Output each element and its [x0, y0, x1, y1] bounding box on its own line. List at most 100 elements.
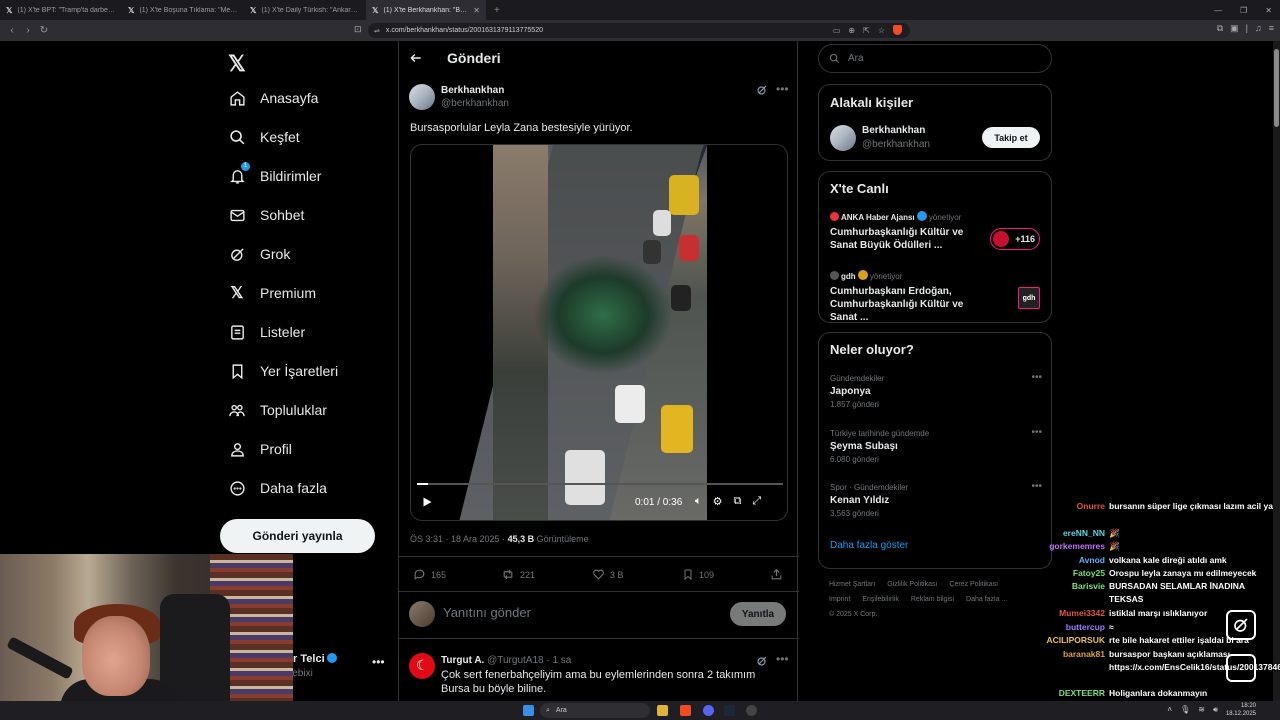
dock-video-icon[interactable]: ⧉	[733, 495, 741, 508]
comment-author-name[interactable]: Turgut A.	[441, 655, 484, 666]
settings-gear-icon[interactable]: ⚙︎	[713, 495, 723, 508]
brave-browser-icon[interactable]	[680, 705, 691, 716]
footer-link[interactable]: Hizmet Şartları	[829, 581, 875, 588]
video-progress-bar[interactable]	[417, 483, 783, 485]
more-dots-icon[interactable]: •••	[1031, 481, 1042, 492]
x-logo-icon[interactable]: 𝕏	[228, 51, 246, 77]
forward-icon[interactable]: ›	[20, 25, 36, 36]
footer-link[interactable]: Erişilebilirlik	[862, 596, 899, 603]
reply-button[interactable]: Yanıtla	[730, 602, 786, 626]
footer-link[interactable]: Gizlilik Politikası	[887, 581, 937, 588]
new-tab-button[interactable]: +	[494, 5, 500, 16]
address-bar[interactable]: ⇌ x.com/berkhankhan/status/2001631379113…	[368, 23, 910, 38]
browser-tab[interactable]: 𝕏(1) X'te Boşuna Tıklama: "Mehmet Ak	[122, 0, 244, 20]
grok-overlay-icon[interactable]	[1226, 610, 1256, 640]
live-listener-count[interactable]: +116	[990, 228, 1040, 250]
grok-icon[interactable]	[756, 655, 768, 667]
share-action[interactable]	[770, 568, 783, 581]
video-frame[interactable]	[459, 145, 707, 520]
nav-item-notifications[interactable]: 1 Bildirimler	[228, 161, 321, 191]
more-dots-icon[interactable]: •••	[1031, 372, 1042, 383]
back-icon[interactable]: ‹	[4, 25, 20, 36]
follow-button[interactable]: Takip et	[982, 127, 1040, 148]
windows-start-icon[interactable]	[523, 705, 534, 716]
volume-icon[interactable]: 🔈︎	[695, 495, 702, 508]
play-icon[interactable]	[421, 496, 433, 508]
author-avatar[interactable]	[409, 84, 435, 110]
related-handle[interactable]: @berkhankhan	[862, 139, 930, 150]
share-icon[interactable]: ⇱	[863, 26, 870, 35]
video-player[interactable]: 0:01 / 0:36 🔈︎ ⚙︎ ⧉ ⤢	[410, 144, 788, 521]
trend-item[interactable]: Türkiye tarihinde gündemde Şeyma Subaşı …	[830, 427, 1042, 464]
nav-item-chat[interactable]: Sohbet	[228, 200, 304, 230]
reply-input[interactable]: Yanıtını gönder	[443, 605, 531, 620]
minimize-icon[interactable]: —	[1214, 6, 1222, 15]
nav-item-home[interactable]: Anasayfa	[228, 83, 318, 113]
related-avatar[interactable]	[830, 125, 856, 151]
brave-shield-icon[interactable]	[893, 25, 902, 35]
post-button[interactable]: Gönderi yayınla	[220, 519, 375, 553]
footer-link[interactable]: Reklam bilgisi	[911, 596, 954, 603]
author-handle[interactable]: @berkhankhan	[441, 98, 509, 109]
user-avatar[interactable]	[409, 601, 435, 627]
wallet-icon[interactable]: ▣	[1230, 23, 1239, 34]
nav-item-communities[interactable]: Topluluklar	[228, 395, 327, 425]
reader-icon[interactable]: ▭	[833, 26, 841, 35]
bookmark-action[interactable]: 109	[682, 568, 714, 581]
media-icon[interactable]: ♫	[1255, 23, 1262, 34]
reload-icon[interactable]: ↻	[36, 25, 52, 36]
browser-tab[interactable]: 𝕏(1) X'te BPT: "Tramp'ta darbe olduğu	[0, 0, 122, 20]
obs-icon[interactable]	[746, 705, 757, 716]
taskbar-search[interactable]: ⌕ Ara	[540, 703, 650, 718]
fullscreen-icon[interactable]: ⤢	[752, 495, 761, 508]
tray-chevron-icon[interactable]: ˄	[1167, 705, 1172, 715]
browser-tab[interactable]: 𝕏(1) X'te Daily Türkish: "Ankaragücü tar	[244, 0, 366, 20]
wifi-icon[interactable]: ≋	[1198, 705, 1205, 715]
comment-author-handle[interactable]: @TurgutA18 · 1 sa	[487, 655, 571, 666]
close-window-icon[interactable]: ✕	[1265, 6, 1272, 15]
more-dots-icon[interactable]: •••	[776, 82, 789, 96]
file-explorer-icon[interactable]	[657, 705, 668, 716]
taskbar-clock[interactable]: 18:20 18.12.2025	[1226, 702, 1256, 718]
nav-item-bookmarks[interactable]: Yer İşaretleri	[228, 356, 338, 386]
author-name[interactable]: Berkhankhan	[441, 85, 504, 96]
reply-action[interactable]: 165	[413, 568, 446, 581]
more-dots-icon[interactable]: •••	[372, 655, 385, 669]
zoom-icon[interactable]: ⊕	[848, 26, 855, 35]
chat-overlay-box-icon[interactable]	[1226, 654, 1256, 682]
bookmark-page-icon[interactable]: ⊡	[354, 24, 362, 35]
nav-item-more[interactable]: Daha fazla	[228, 473, 327, 503]
nav-item-lists[interactable]: Listeler	[228, 317, 305, 347]
comment-avatar[interactable]	[409, 653, 435, 679]
back-arrow-icon[interactable]	[409, 51, 423, 65]
repost-action[interactable]: 221	[501, 568, 535, 581]
browser-menu-icon[interactable]: ≡	[1269, 23, 1274, 34]
maximize-icon[interactable]: ❐	[1240, 6, 1247, 15]
close-tab-icon[interactable]: ✕	[473, 6, 480, 15]
trend-item[interactable]: Gündemdekiler Japonya 1.857 gönderi •••	[830, 372, 1042, 409]
like-action[interactable]: 3 B	[592, 568, 624, 581]
nav-item-profile[interactable]: Profil	[228, 434, 292, 464]
related-name[interactable]: Berkhankhan	[862, 125, 925, 136]
site-info-icon[interactable]: ⇌	[374, 27, 380, 35]
nav-item-grok[interactable]: Grok	[228, 239, 290, 269]
footer-link[interactable]: Imprint	[829, 596, 850, 603]
more-dots-icon[interactable]: •••	[776, 652, 789, 666]
footer-link[interactable]: Çerez Politikası	[949, 581, 998, 588]
grok-icon[interactable]	[756, 84, 768, 96]
extension-icon[interactable]: ⧉	[1217, 23, 1223, 34]
gdh-logo[interactable]: gdh	[1018, 287, 1040, 309]
mic-icon[interactable]: 🎙︎	[1180, 705, 1190, 715]
volume-icon[interactable]: 🔊︎	[1213, 705, 1218, 715]
steam-icon[interactable]	[724, 705, 735, 716]
scrollbar-thumb[interactable]	[1274, 49, 1279, 127]
more-dots-icon[interactable]: •••	[1031, 427, 1042, 438]
post-timestamp[interactable]: ÖS 3:31 · 18 Ara 2025 ·	[410, 534, 508, 544]
trend-item[interactable]: Spor · Gündemdekiler Kenan Yıldız 3.563 …	[830, 481, 1042, 518]
nav-item-explore[interactable]: Keşfet	[228, 122, 300, 152]
browser-tab-active[interactable]: 𝕏(1) X'te Berkhankhan: "Bursaspo✕	[366, 0, 486, 20]
footer-link[interactable]: Daha fazla ...	[966, 596, 1007, 603]
bookmark-star-icon[interactable]: ☆	[878, 26, 885, 35]
search-input[interactable]: Ara	[818, 44, 1052, 73]
show-more-link[interactable]: Daha fazla göster	[830, 540, 908, 551]
